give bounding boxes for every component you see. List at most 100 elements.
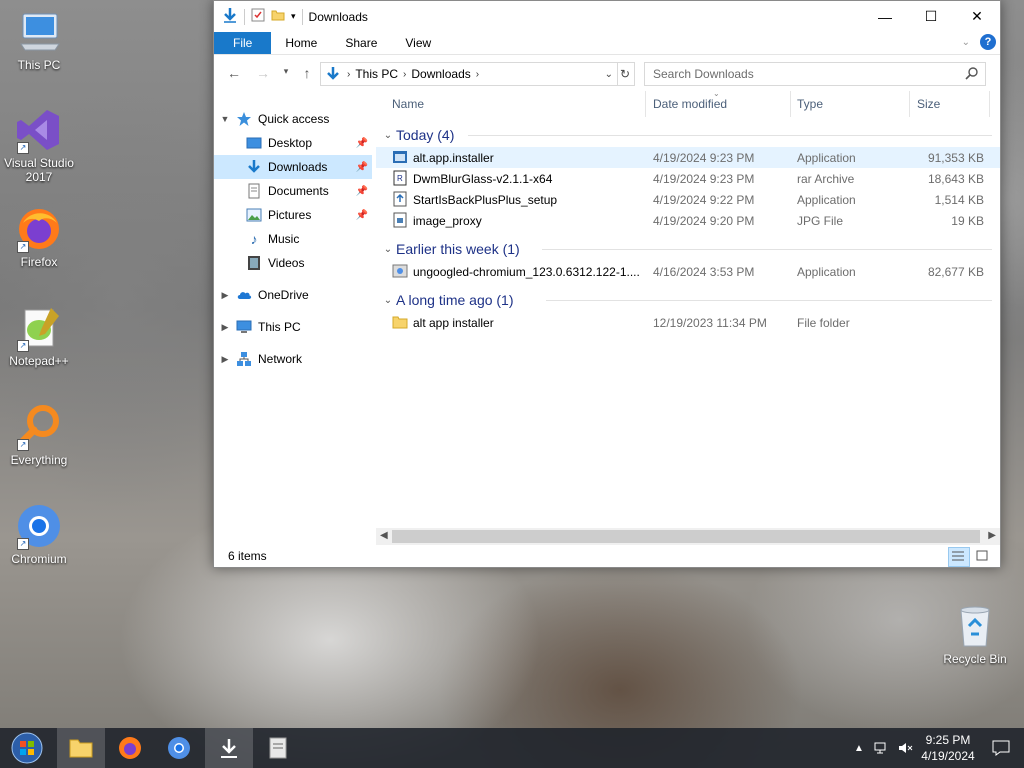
file-row[interactable]: alt.app.installer 4/19/2024 9:23 PM Appl… [376,147,1000,168]
file-row[interactable]: ungoogled-chromium_123.0.6312.122-1.... … [376,261,1000,282]
quick-access-toolbar: ▾ [214,7,303,26]
nav-network[interactable]: ▶ Network [214,347,372,371]
pin-icon[interactable]: 📌 [356,210,368,221]
shortcut-arrow-icon: ↗ [17,241,29,253]
minimize-button[interactable]: — [862,1,908,32]
window-controls: — ☐ ✕ [862,1,1000,32]
address-bar[interactable]: › This PC › Downloads › ⌄ [320,62,618,86]
expand-chevron-icon[interactable]: ▶ [214,354,236,365]
large-icons-view-button[interactable] [972,547,994,567]
music-folder-icon: ♪ [250,231,258,247]
download-arrow-icon [222,7,238,26]
file-date: 4/19/2024 9:20 PM [653,214,755,228]
everything-search-icon: ↗ [15,403,63,451]
nav-pictures[interactable]: Pictures 📌 [214,203,372,227]
nav-music[interactable]: ♪ Music [214,227,372,251]
title-bar[interactable]: ▾ Downloads — ☐ ✕ [214,1,1000,32]
group-header-a-long-time-ago[interactable]: ⌄ A long time ago (1) [376,288,1000,312]
file-row[interactable]: R DwmBlurGlass-v2.1.1-x64 4/19/2024 9:23… [376,168,1000,189]
pin-icon[interactable]: 📌 [356,186,368,197]
recent-locations-icon[interactable]: ▾ [276,66,296,77]
tab-file[interactable]: File [214,32,272,54]
scrollbar-thumb[interactable] [392,530,980,543]
horizontal-scrollbar[interactable]: ◀ ▶ [376,528,1000,545]
recycle-bin-icon [951,602,999,650]
breadcrumb-this-pc[interactable]: This PC [350,67,403,81]
customize-toolbar-icon[interactable]: ▾ [291,11,296,22]
nav-label: This PC [258,320,301,334]
scroll-left-arrow-icon[interactable]: ◀ [380,530,388,541]
tab-home[interactable]: Home [271,32,331,54]
desktop-icon-chromium[interactable]: ↗ Chromium [1,502,77,566]
expand-chevron-icon[interactable]: ▶ [214,322,236,333]
collapse-chevron-icon[interactable]: ▼ [214,114,236,124]
column-date-modified[interactable]: Date modified [653,97,727,111]
clock[interactable]: 9:25 PM 4/19/2024 [918,732,978,764]
collapse-chevron-icon[interactable]: ⌄ [380,295,396,306]
tab-share[interactable]: Share [331,32,391,54]
nav-this-pc[interactable]: ▶ This PC [214,315,372,339]
nav-onedrive[interactable]: ▶ OneDrive [214,283,372,307]
address-dropdown-icon[interactable]: ⌄ [605,69,613,80]
file-row[interactable]: alt app installer 12/19/2023 11:34 PM Fi… [376,312,1000,333]
up-arrow-icon[interactable]: ↑ [296,65,318,81]
archive-file-icon: R [392,170,408,186]
file-row[interactable]: StartIsBackPlusPlus_setup 4/19/2024 9:22… [376,189,1000,210]
desktop-icon-label: Chromium [11,552,67,566]
nav-desktop[interactable]: Desktop 📌 [214,131,372,155]
group-header-today[interactable]: ⌄ Today (4) [376,123,1000,147]
notifications-icon[interactable] [978,740,1024,756]
file-name: alt app installer [413,316,494,330]
nav-documents[interactable]: Documents 📌 [214,179,372,203]
forward-arrow-icon[interactable]: → [252,65,274,81]
group-title: A long time ago (1) [396,292,514,308]
show-hidden-icons-icon[interactable]: ▲ [848,743,870,754]
group-title: Earlier this week (1) [396,241,520,257]
start-button[interactable] [3,728,51,768]
nav-quick-access[interactable]: ▼ Quick access [214,107,372,131]
volume-muted-icon[interactable] [894,741,918,755]
expand-ribbon-icon[interactable]: ⌄ [962,37,970,48]
taskbar-downloads[interactable] [205,728,253,768]
image-file-icon [392,212,408,228]
desktop-icon-notepad-plus-plus[interactable]: ↗ Notepad++ [1,304,77,368]
close-button[interactable]: ✕ [954,1,1000,32]
help-button[interactable]: ? [980,34,996,50]
chevron-right-icon[interactable]: › [476,69,479,80]
taskbar-app-installer[interactable] [254,728,302,768]
search-input[interactable] [645,66,965,82]
file-row[interactable]: image_proxy 4/19/2024 9:20 PM JPG File 1… [376,210,1000,231]
column-type[interactable]: Type [797,97,823,111]
expand-chevron-icon[interactable]: ▶ [214,290,236,301]
breadcrumb-downloads[interactable]: Downloads [406,67,475,81]
details-view-button[interactable] [948,547,970,567]
properties-icon[interactable] [251,8,265,25]
desktop-icon-firefox[interactable]: ↗ Firefox [1,205,77,269]
desktop-icon-visual-studio[interactable]: ↗ Visual Studio 2017 [1,106,77,184]
desktop-folder-icon [246,135,262,151]
network-icon[interactable] [870,741,894,755]
search-box[interactable] [644,62,986,86]
back-arrow-icon[interactable]: ← [223,65,245,81]
scroll-right-arrow-icon[interactable]: ▶ [988,530,996,541]
maximize-button[interactable]: ☐ [908,1,954,32]
taskbar-file-explorer[interactable] [57,728,105,768]
tab-view[interactable]: View [391,32,445,54]
nav-videos[interactable]: Videos [214,251,372,275]
address-bar-row: ← → ▾ ↑ › This PC › Downloads › ⌄ ↻ [214,55,1000,91]
taskbar-chromium[interactable] [155,728,203,768]
new-folder-icon[interactable] [271,8,285,25]
taskbar-firefox[interactable] [106,728,154,768]
desktop-icon-everything[interactable]: ↗ Everything [1,403,77,467]
group-header-earlier-this-week[interactable]: ⌄ Earlier this week (1) [376,237,1000,261]
column-name[interactable]: Name [392,97,424,111]
column-size[interactable]: Size [917,97,940,111]
desktop-icon-recycle-bin[interactable]: Recycle Bin [937,602,1013,666]
pin-icon[interactable]: 📌 [356,138,368,149]
collapse-chevron-icon[interactable]: ⌄ [380,244,396,255]
desktop-icon-this-pc[interactable]: This PC [1,8,77,72]
collapse-chevron-icon[interactable]: ⌄ [380,130,396,141]
nav-downloads[interactable]: Downloads 📌 [214,155,372,179]
refresh-button[interactable]: ↻ [616,62,635,86]
pin-icon[interactable]: 📌 [356,162,368,173]
